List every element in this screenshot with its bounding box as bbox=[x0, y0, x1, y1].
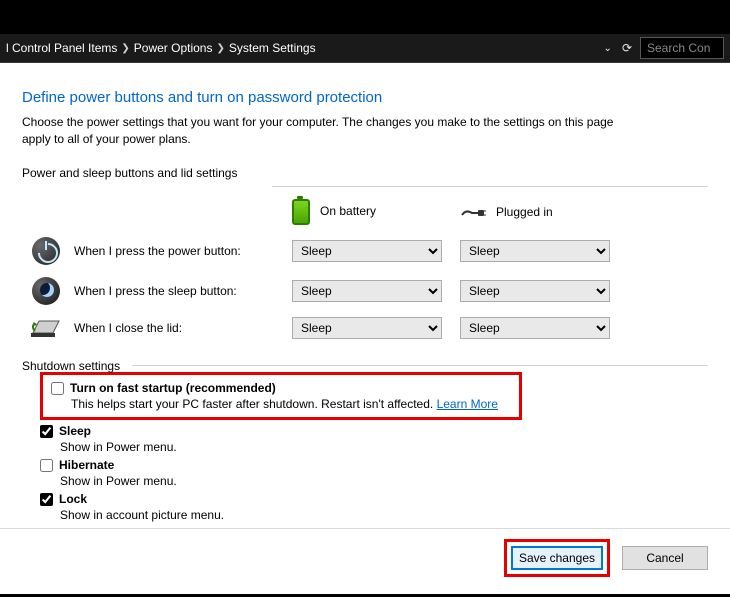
row-close-lid: When I close the lid: Do nothingSleepHib… bbox=[22, 311, 624, 345]
fast-startup-desc: This helps start your PC faster after sh… bbox=[71, 397, 511, 411]
save-button-highlight: Save changes bbox=[504, 539, 610, 577]
laptop-lid-icon bbox=[29, 317, 63, 339]
lock-option-desc: Show in account picture menu. bbox=[60, 508, 708, 522]
page-title: Define power buttons and turn on passwor… bbox=[22, 89, 708, 106]
section-shutdown-label: Shutdown settings bbox=[22, 359, 708, 373]
battery-icon bbox=[292, 199, 310, 225]
plug-icon bbox=[460, 207, 486, 217]
row-label: When I close the lid: bbox=[70, 311, 288, 345]
row-label: When I press the power button: bbox=[70, 231, 288, 271]
section-power-sleep-label: Power and sleep buttons and lid settings bbox=[22, 166, 708, 180]
hibernate-checkbox[interactable] bbox=[40, 459, 53, 472]
footer-bar: Save changes Cancel bbox=[0, 528, 730, 577]
cancel-button[interactable]: Cancel bbox=[622, 546, 708, 570]
divider bbox=[132, 365, 708, 366]
column-on-battery: On battery bbox=[320, 204, 376, 218]
sleep-checkbox[interactable] bbox=[40, 425, 53, 438]
sleep-option-desc: Show in Power menu. bbox=[60, 440, 708, 454]
lock-option: Lock Show in account picture menu. bbox=[40, 492, 708, 522]
sleep-option-label: Sleep bbox=[59, 424, 91, 438]
lid-plugged-select[interactable]: Do nothingSleepHibernateShut down bbox=[460, 317, 610, 339]
divider bbox=[272, 186, 708, 187]
row-label: When I press the sleep button: bbox=[70, 271, 288, 311]
lid-battery-select[interactable]: Do nothingSleepHibernateShut down bbox=[292, 317, 442, 339]
save-button[interactable]: Save changes bbox=[511, 546, 603, 570]
chevron-right-icon: ❯ bbox=[121, 43, 129, 54]
fast-startup-highlight: Turn on fast startup (recommended) This … bbox=[40, 372, 522, 420]
sleep-plugged-select[interactable]: Do nothingSleepHibernateShut down bbox=[460, 280, 610, 302]
row-sleep-button: When I press the sleep button: Do nothin… bbox=[22, 271, 624, 311]
learn-more-link[interactable]: Learn More bbox=[437, 397, 498, 411]
hibernate-option-desc: Show in Power menu. bbox=[60, 474, 708, 488]
row-power-button: When I press the power button: Do nothin… bbox=[22, 231, 624, 271]
chevron-down-icon[interactable]: ⌄ bbox=[604, 43, 612, 54]
breadcrumb[interactable]: l Control Panel Items ❯ Power Options ❯ … bbox=[6, 41, 600, 55]
chevron-right-icon: ❯ bbox=[216, 43, 224, 54]
lock-checkbox[interactable] bbox=[40, 493, 53, 506]
moon-icon bbox=[32, 277, 60, 305]
fast-startup-checkbox[interactable] bbox=[51, 382, 64, 395]
address-bar: l Control Panel Items ❯ Power Options ❯ … bbox=[0, 34, 730, 63]
breadcrumb-item[interactable]: System Settings bbox=[229, 41, 316, 55]
content-area: Define power buttons and turn on passwor… bbox=[0, 63, 730, 522]
breadcrumb-item[interactable]: Power Options bbox=[134, 41, 213, 55]
window-titlebar bbox=[0, 0, 730, 34]
power-icon bbox=[32, 237, 60, 265]
refresh-icon[interactable]: ⟳ bbox=[622, 41, 632, 55]
lock-option-label: Lock bbox=[59, 492, 87, 506]
hibernate-option-label: Hibernate bbox=[59, 458, 114, 472]
column-plugged-in: Plugged in bbox=[496, 205, 553, 219]
fast-startup-label: Turn on fast startup (recommended) bbox=[70, 381, 276, 395]
page-description: Choose the power settings that you want … bbox=[22, 114, 622, 148]
breadcrumb-item[interactable]: l Control Panel Items bbox=[6, 41, 117, 55]
search-input[interactable]: Search Con bbox=[640, 37, 724, 59]
power-battery-select[interactable]: Do nothingSleepHibernateShut down bbox=[292, 240, 442, 262]
power-plugged-select[interactable]: Do nothingSleepHibernateShut down bbox=[460, 240, 610, 262]
sleep-option: Sleep Show in Power menu. bbox=[40, 424, 708, 454]
hibernate-option: Hibernate Show in Power menu. bbox=[40, 458, 708, 488]
sleep-battery-select[interactable]: Do nothingSleepHibernateShut down bbox=[292, 280, 442, 302]
power-buttons-table: On battery Plugged in When I press the p… bbox=[22, 193, 624, 345]
